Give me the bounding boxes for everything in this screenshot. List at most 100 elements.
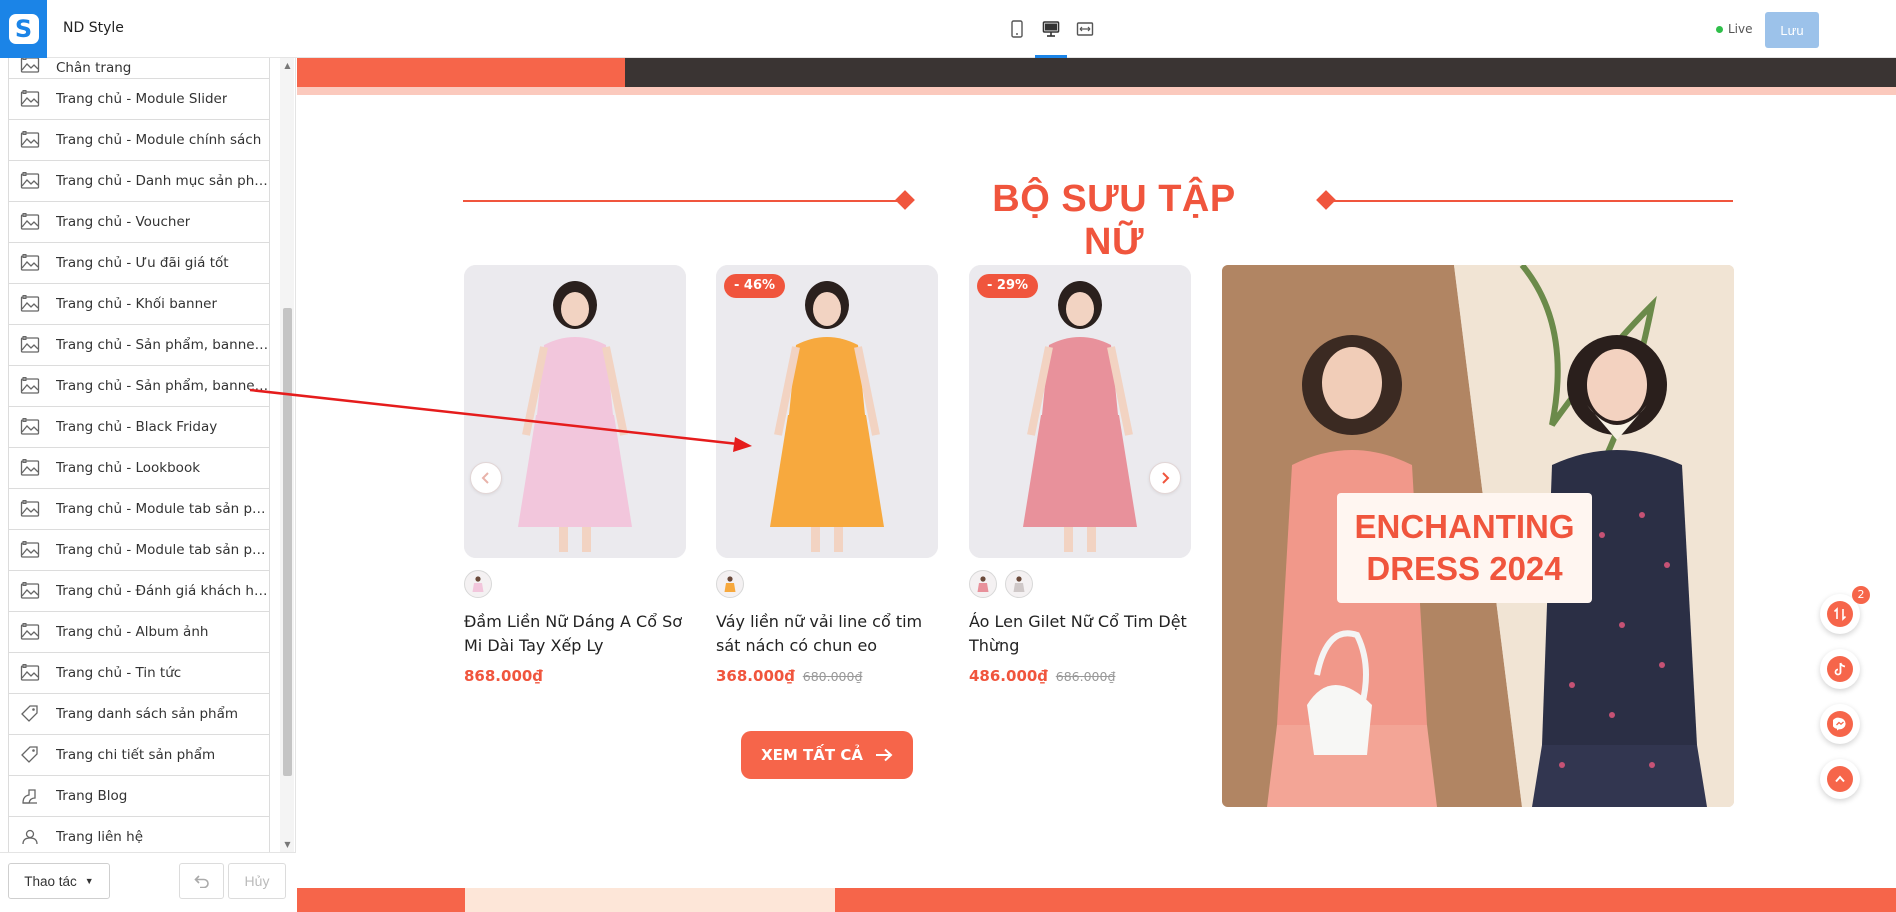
- sidebar-scrollbar-thumb[interactable]: [283, 308, 292, 776]
- sidebar-item[interactable]: Trang chủ - Ưu đãi giá tốt: [8, 243, 270, 284]
- product-photo: [969, 265, 1191, 558]
- scroll-top-float-button[interactable]: [1820, 759, 1860, 799]
- sidebar-item-label: Trang chi tiết sản phẩm: [56, 747, 216, 763]
- sidebar-item[interactable]: Chân trang: [8, 58, 270, 79]
- chevron-right-icon: [1162, 472, 1170, 484]
- sidebar-item[interactable]: Trang chủ - Module Slider: [8, 79, 270, 120]
- sidebar-item-label: Trang chủ - Ưu đãi giá tốt: [56, 255, 229, 271]
- sidebar-item[interactable]: Trang Blog: [8, 776, 270, 817]
- product-price: 486.000₫: [969, 667, 1048, 685]
- color-swatch[interactable]: [716, 570, 744, 598]
- sidebar-item[interactable]: Trang chủ - Tin tức: [8, 653, 270, 694]
- sidebar-item[interactable]: Trang chủ - Album ảnh: [8, 612, 270, 653]
- tiktok-icon-bg: [1827, 656, 1853, 682]
- image-icon: [19, 129, 41, 151]
- product-image[interactable]: - 46%: [716, 265, 938, 558]
- logo-mark: S: [8, 14, 39, 44]
- app-logo[interactable]: S: [0, 0, 47, 58]
- image-icon: [19, 457, 41, 479]
- messenger-icon-bg: [1827, 711, 1853, 737]
- tiktok-float-button[interactable]: [1820, 649, 1860, 689]
- sidebar-item[interactable]: Trang chủ - Voucher: [8, 202, 270, 243]
- title-rule-left: [463, 200, 905, 202]
- product-old-price: 686.000₫: [1055, 669, 1116, 684]
- sidebar-item[interactable]: Trang chủ - Sản phẩm, banner 1: [8, 325, 270, 366]
- sidebar-item[interactable]: Trang chủ - Module chính sách: [8, 120, 270, 161]
- product-image[interactable]: - 29%: [969, 265, 1191, 558]
- slider-prev-button[interactable]: [470, 462, 502, 494]
- sidebar-item[interactable]: Trang liên hệ: [8, 817, 270, 852]
- contact-icon: [19, 826, 41, 848]
- scroll-down-icon[interactable]: ▼: [283, 840, 292, 849]
- mobile-view-button[interactable]: [1007, 0, 1027, 58]
- save-button[interactable]: Lưu: [1765, 12, 1819, 48]
- product-price: 368.000₫: [716, 667, 795, 685]
- sidebar-item[interactable]: Trang chủ - Black Friday: [8, 407, 270, 448]
- sidebar-item-label: Trang chủ - Đánh giá khách hàng: [56, 583, 269, 599]
- title-rule-right: [1327, 200, 1733, 202]
- sidebar-item[interactable]: Trang chủ - Sản phẩm, banner 2: [8, 366, 270, 407]
- caret-down-icon: ▼: [84, 876, 94, 886]
- scroll-up-icon[interactable]: ▲: [283, 61, 292, 70]
- sidebar-item[interactable]: Trang chi tiết sản phẩm: [8, 735, 270, 776]
- sidebar-item-label: Trang chủ - Black Friday: [56, 419, 218, 435]
- product-image[interactable]: [464, 265, 686, 558]
- image-icon: [19, 375, 41, 397]
- strip-coral: [297, 58, 625, 87]
- sidebar-item[interactable]: Trang chủ - Danh mục sản phẩm: [8, 161, 270, 202]
- slider-next-button[interactable]: [1149, 462, 1181, 494]
- messenger-float-button[interactable]: [1820, 704, 1860, 744]
- tiktok-icon: [1834, 662, 1846, 676]
- image-icon: [19, 88, 41, 110]
- sidebar-item[interactable]: Trang chủ - Module tab sản ph...: [8, 530, 270, 571]
- color-swatch[interactable]: [464, 570, 492, 598]
- strip-cream: [465, 888, 835, 912]
- color-swatch[interactable]: [1005, 570, 1033, 598]
- color-swatches: [969, 570, 1191, 598]
- device-switcher: [1007, 0, 1095, 58]
- sidebar-item-label: Trang chủ - Module Slider: [56, 91, 228, 107]
- image-icon: [19, 621, 41, 643]
- preview-canvas: BỘ SƯU TẬP NỮ Đầm Liền Nữ Dáng A Cổ Sơ M…: [297, 58, 1896, 912]
- top-bar: S ND Style Live Lưu: [0, 0, 1896, 58]
- product-prices: 368.000₫ 680.000₫: [716, 667, 938, 685]
- chevron-left-icon: [481, 472, 489, 484]
- chevron-up-icon: [1835, 775, 1845, 783]
- color-swatches: [716, 570, 938, 598]
- sidebar-item[interactable]: Trang chủ - Khối banner: [8, 284, 270, 325]
- sidebar-item[interactable]: Trang danh sách sản phẩm: [8, 694, 270, 735]
- compare-icon-bg: [1827, 601, 1853, 627]
- fullwidth-view-button[interactable]: [1075, 0, 1095, 58]
- sidebar-item-label: Trang chủ - Module chính sách: [56, 132, 262, 148]
- sidebar-item-label: Trang chủ - Tin tức: [56, 665, 182, 681]
- sidebar-item-label: Trang chủ - Module tab sản ph...: [56, 501, 269, 517]
- product-name[interactable]: Áo Len Gilet Nữ Cổ Tim Dệt Thừng: [969, 610, 1191, 658]
- color-swatch[interactable]: [969, 570, 997, 598]
- blog-icon: [19, 785, 41, 807]
- view-all-button[interactable]: XEM TẤT CẢ: [741, 731, 913, 779]
- section-list[interactable]: Chân trang Trang chủ - Module Slider Trang…: [8, 58, 270, 852]
- actions-label: Thao tác: [24, 873, 77, 889]
- image-icon: [19, 170, 41, 192]
- image-icon: [19, 539, 41, 561]
- product-name[interactable]: Váy liền nữ vải line cổ tim sát nách có …: [716, 610, 938, 658]
- sidebar-item[interactable]: Trang chủ - Đánh giá khách hàng: [8, 571, 270, 612]
- desktop-view-button[interactable]: [1035, 0, 1067, 58]
- sidebar: Chân trang Trang chủ - Module Slider Trang…: [0, 58, 296, 912]
- product-price: 868.000₫: [464, 667, 543, 685]
- product-name[interactable]: Đầm Liền Nữ Dáng A Cổ Sơ Mi Dài Tay Xếp …: [464, 610, 686, 658]
- sidebar-item[interactable]: Trang chủ - Module tab sản ph...: [8, 489, 270, 530]
- tag-icon: [19, 744, 41, 766]
- actions-dropdown[interactable]: Thao tác ▼: [8, 863, 110, 899]
- tag-icon: [19, 703, 41, 725]
- previous-section-strip: [297, 58, 1896, 95]
- collection-banner[interactable]: ENCHANTING DRESS 2024: [1222, 265, 1734, 807]
- image-icon: [19, 580, 41, 602]
- sidebar-item-label: Trang chủ - Lookbook: [56, 460, 201, 476]
- notification-badge: 2: [1852, 586, 1870, 604]
- undo-button[interactable]: [179, 863, 224, 899]
- product-card[interactable]: - 46% Váy liền nữ vải line cổ tim sát nác…: [716, 265, 938, 685]
- sidebar-item[interactable]: Trang chủ - Lookbook: [8, 448, 270, 489]
- desktop-icon: [1042, 21, 1060, 37]
- cancel-button[interactable]: Hủy: [228, 863, 286, 899]
